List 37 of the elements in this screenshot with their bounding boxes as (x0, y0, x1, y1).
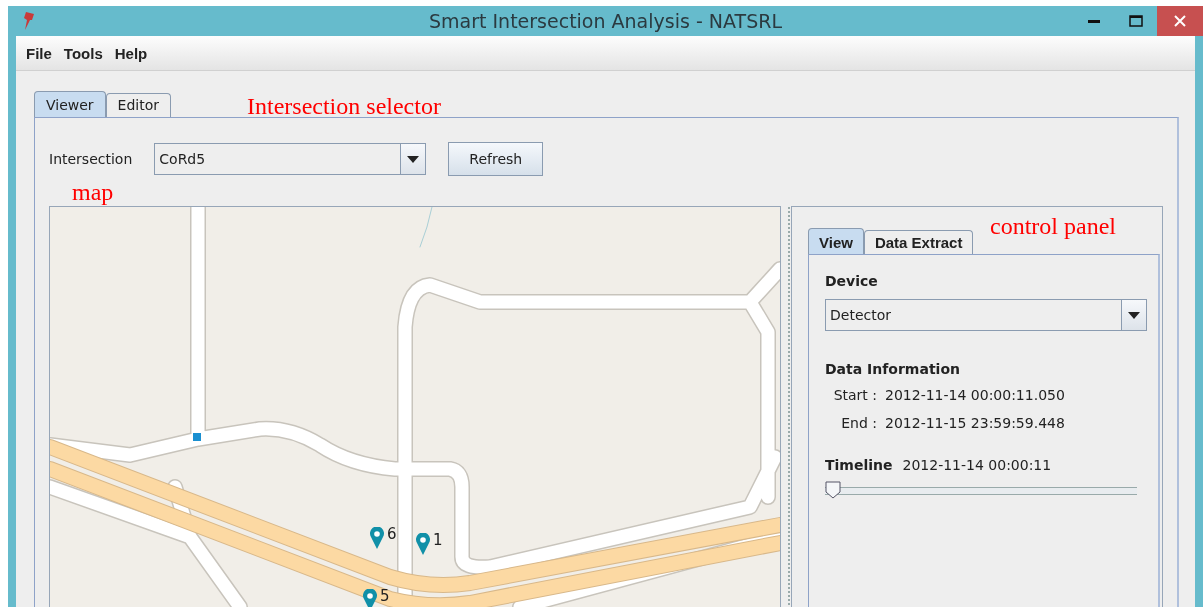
menu-item[interactable]: Help (110, 42, 152, 64)
marker-label: 6 (387, 527, 397, 542)
map-pin-icon[interactable] (370, 527, 384, 549)
info-value: 2012-11-15 23:59:59.448 (885, 415, 1066, 431)
caret-icon (407, 155, 420, 163)
tab[interactable]: Data Extract (863, 230, 974, 254)
device-label: Device (825, 273, 879, 289)
device-dropdown[interactable]: Detector (825, 299, 1147, 331)
map-pin-icon[interactable] (363, 589, 377, 607)
maximize-icon (1129, 15, 1143, 27)
close-icon (1173, 14, 1187, 28)
close-button[interactable] (1157, 6, 1203, 36)
info-value: 2012-11-14 00:00:11.050 (885, 387, 1066, 403)
refresh-button[interactable]: Refresh (448, 142, 544, 176)
marker-label: 1 (433, 533, 443, 548)
annotation: control panel (990, 214, 1116, 238)
minimize-icon (1088, 19, 1100, 23)
map-pin-icon[interactable] (416, 533, 430, 555)
section-heading: Data Information (825, 361, 961, 377)
intersection-dropdown[interactable]: CoRd5 (154, 143, 427, 175)
intersection-label: Intersection (49, 151, 133, 167)
slider-thumb[interactable] (825, 481, 841, 499)
annotation: Intersection selector (247, 94, 441, 118)
caret-icon (1128, 311, 1140, 319)
tab[interactable]: Editor (105, 93, 172, 117)
info-label: Start : (832, 387, 877, 403)
tab[interactable]: Viewer (34, 91, 106, 117)
marker-label: 5 (380, 589, 390, 604)
timeline-value: 2012-11-14 00:00:11 (902, 457, 1052, 473)
info-label: End : (840, 415, 877, 431)
annotation: map (72, 180, 114, 204)
timeline-label: Timeline (825, 457, 893, 473)
window-title: Smart Intersection Analysis - NATSRL (429, 10, 782, 32)
menu-item[interactable]: Tools (59, 42, 107, 64)
menu-item[interactable]: File (22, 42, 56, 64)
map[interactable]: 6 1 5 (49, 206, 781, 607)
tab[interactable]: View (808, 228, 864, 254)
